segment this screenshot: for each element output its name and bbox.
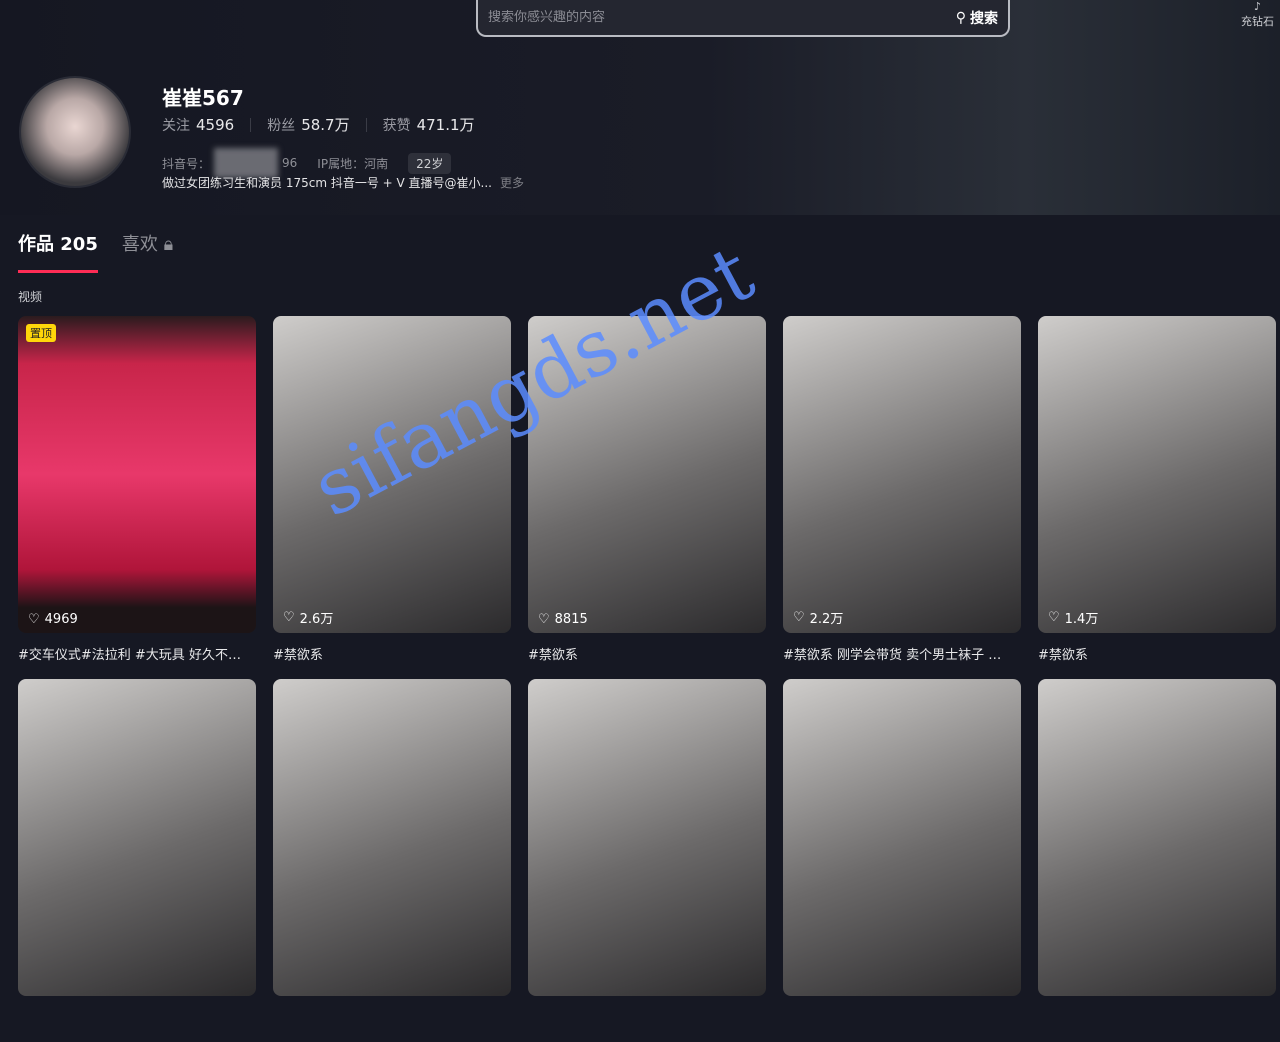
video-card[interactable]: ♡ 2.2万 #禁欲系 刚学会带货 卖个男士袜子 … — [783, 316, 1021, 679]
video-card[interactable] — [783, 679, 1021, 1042]
search-input[interactable] — [488, 10, 956, 25]
like-count: ♡ 1.4万 — [1048, 610, 1099, 627]
bio-more-link[interactable]: 更多 — [500, 176, 524, 190]
search-icon: ⚲ — [955, 9, 966, 26]
video-thumbnail[interactable] — [18, 679, 256, 996]
video-thumbnail[interactable] — [528, 679, 766, 996]
video-thumbnail[interactable] — [783, 679, 1021, 996]
heart-icon: ♡ — [793, 610, 805, 625]
video-caption[interactable]: #交车仪式#法拉利 #大玩具 好久不… — [18, 644, 256, 663]
search-bar: ⚲ 搜索 — [476, 0, 1010, 37]
tiktok-icon: ♪ — [1253, 0, 1262, 13]
lock-icon: 🔒︎ — [163, 234, 174, 255]
avatar[interactable] — [19, 76, 131, 188]
likes-stat: 获赞 471.1万 — [382, 116, 475, 134]
profile-tabs: 作品 205 喜欢 🔒︎ — [18, 230, 173, 273]
profile-name: 崔崔567 — [162, 86, 244, 110]
section-label: 视频 — [18, 290, 43, 304]
tab-works[interactable]: 作品 205 — [18, 230, 98, 273]
video-thumbnail[interactable] — [1038, 679, 1276, 996]
pinned-badge: 置顶 — [26, 324, 56, 342]
heart-icon: ♡ — [283, 610, 295, 625]
ip-location: IP属地：河南 — [317, 156, 389, 171]
video-grid: 置顶 ♡ 4969 #交车仪式#法拉利 #大玩具 好久不… ♡ 2.6万 #禁欲系 ♡ 8815… — [18, 316, 1276, 1042]
video-caption[interactable]: #禁欲系 — [528, 644, 766, 663]
like-count: ♡ 2.2万 — [793, 610, 844, 627]
video-card[interactable]: ♡ 1.4万 #禁欲系 — [1038, 316, 1276, 679]
video-card[interactable] — [273, 679, 511, 1042]
like-count: ♡ 2.6万 — [283, 610, 334, 627]
profile-stats: 关注 4596 粉丝 58.7万 获赞 471.1万 — [162, 114, 475, 135]
divider — [365, 117, 367, 132]
video-caption[interactable]: #禁欲系 — [1038, 644, 1276, 663]
recharge-button[interactable]: ♪ 充钻石 — [1241, 0, 1274, 29]
tab-likes[interactable]: 喜欢 🔒︎ — [122, 230, 173, 273]
like-count: ♡ 8815 — [538, 612, 588, 627]
video-thumbnail[interactable]: ♡ 2.6万 — [273, 316, 511, 633]
video-thumbnail[interactable]: ♡ 1.4万 — [1038, 316, 1276, 633]
video-caption[interactable]: #禁欲系 刚学会带货 卖个男士袜子 … — [783, 644, 1021, 663]
search-button[interactable]: ⚲ 搜索 — [956, 8, 998, 28]
heart-icon: ♡ — [1048, 610, 1060, 625]
age-badge: 22岁 — [408, 152, 452, 174]
followers-stat[interactable]: 粉丝 58.7万 — [267, 114, 349, 135]
video-card[interactable]: ♡ 2.6万 #禁欲系 — [273, 316, 511, 679]
following-stat[interactable]: 关注 4596 — [162, 115, 234, 135]
video-card[interactable]: ♡ 8815 #禁欲系 — [528, 316, 766, 679]
video-card[interactable] — [18, 679, 256, 1042]
heart-icon: ♡ — [538, 612, 550, 627]
heart-icon: ♡ — [28, 612, 40, 627]
video-thumbnail[interactable] — [273, 679, 511, 996]
video-card[interactable] — [1038, 679, 1276, 1042]
video-thumbnail[interactable]: ♡ 2.2万 — [783, 316, 1021, 633]
divider — [250, 117, 252, 132]
video-card[interactable] — [528, 679, 766, 1042]
profile-bio: 做过女团练习生和演员 175cm 抖音一号 + V 直播号@崔小... 更多 — [162, 176, 524, 190]
video-caption[interactable]: #禁欲系 — [273, 644, 511, 663]
like-count: ♡ 4969 — [28, 612, 78, 627]
video-card[interactable]: 置顶 ♡ 4969 #交车仪式#法拉利 #大玩具 好久不… — [18, 316, 256, 679]
video-thumbnail[interactable]: ♡ 8815 — [528, 316, 766, 633]
video-thumbnail[interactable]: 置顶 ♡ 4969 — [18, 316, 256, 633]
